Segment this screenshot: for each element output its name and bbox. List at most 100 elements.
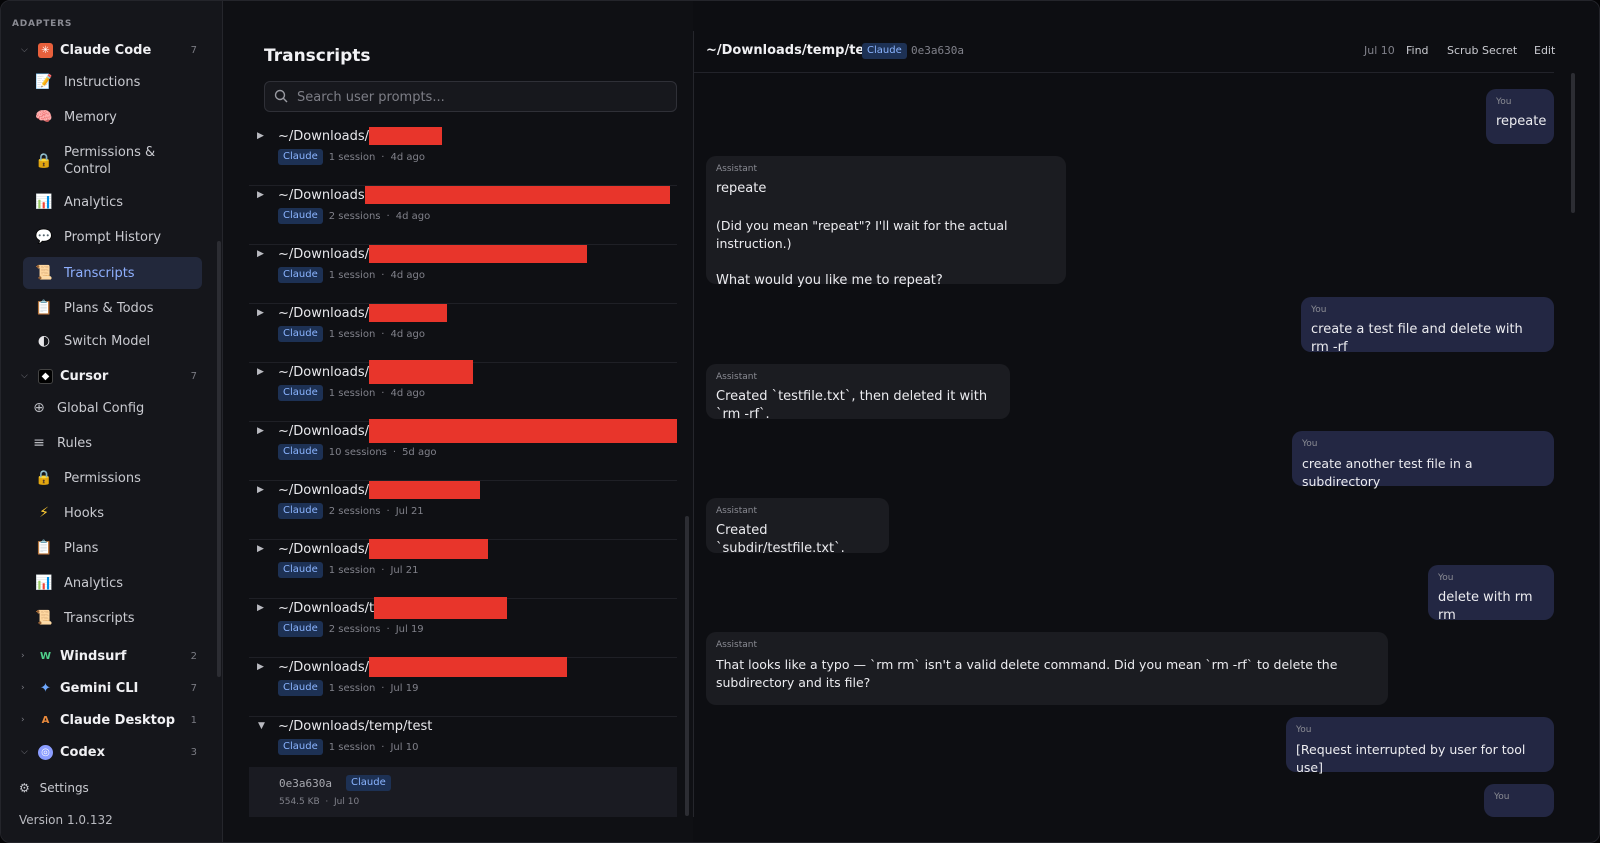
group-count: 7	[190, 370, 197, 382]
chevron-down-icon: ⌵	[21, 371, 28, 381]
user-message: You create another test file in a subdir…	[1292, 431, 1554, 489]
sidebar-item-switch-model[interactable]: ◐ Switch Model	[1, 325, 217, 357]
sidebar-item-hooks[interactable]: ⚡ Hooks	[1, 497, 217, 529]
session-size: 554.5 KB	[279, 797, 320, 807]
transcript-row[interactable]: ▶ ~/Downloads/ Claude 1 session · Jul 19	[249, 657, 677, 717]
last-updated: Jul 21	[395, 505, 424, 517]
version-label: Version 1.0.132	[19, 813, 113, 827]
session-date: Jul 10	[334, 797, 360, 807]
group-codex[interactable]: ⌵ ◎ Codex 3	[1, 737, 217, 767]
app-window: ADAPTERS ⌵ ✳ Claude Code 7 📝 Instruction…	[0, 0, 1600, 843]
search-input[interactable]: Search user prompts...	[264, 81, 677, 112]
sidebar-item-label: Global Config	[57, 400, 145, 416]
transcript-row[interactable]: ▶ ~/Downloads/ Claude 1 session · 4d ago	[249, 304, 677, 363]
sidebar-item-label: Analytics	[64, 575, 124, 591]
session-count: 10 sessions	[328, 446, 387, 458]
sidebar-item-permissions[interactable]: 🔒 Permissions	[1, 462, 217, 494]
sidebar-item-memory[interactable]: 🧠 Memory	[1, 101, 217, 133]
claude-badge: Claude	[862, 43, 907, 59]
transcript-row[interactable]: ▶ ~/Downloads/t Claude 2 sessions · Jul 19	[249, 597, 677, 658]
chevron-down-icon: ⌵	[21, 747, 28, 757]
edit-button[interactable]: Edit	[1534, 44, 1555, 57]
transcript-path: ~/Downloads/	[278, 423, 370, 439]
sidebar-item-label: Instructions	[64, 74, 141, 90]
message-text: delete with rm rm	[1438, 590, 1533, 623]
group-count: 2	[190, 650, 197, 662]
sidebar: ADAPTERS ⌵ ✳ Claude Code 7 📝 Instruction…	[1, 1, 223, 842]
redaction-box	[369, 539, 489, 559]
sidebar-item-permissions-control[interactable]: 🔒 Permissions & Control	[1, 141, 217, 181]
transcript-path: ~/Downloads/	[278, 482, 370, 498]
sidebar-item-instructions[interactable]: 📝 Instructions	[1, 66, 217, 98]
sidebar-item-rules[interactable]: ≡ Rules	[1, 427, 217, 459]
group-windsurf[interactable]: › W Windsurf 2	[1, 641, 217, 671]
user-message: You delete with rm rm	[1428, 565, 1554, 623]
transcript-list-scrollbar[interactable]	[685, 516, 689, 816]
transcript-row[interactable]: ▶ ~/Downloads/ Claude 2 sessions · Jul 21	[249, 481, 677, 540]
conversation-scrollbar[interactable]	[1571, 73, 1575, 213]
transcript-row[interactable]: ▶ ~/Downloads/ Claude 1 session · 4d ago	[249, 245, 677, 304]
sidebar-item-transcripts[interactable]: 📜 Transcripts	[1, 257, 217, 289]
dot-separator: ·	[381, 387, 385, 399]
user-message: You	[1484, 784, 1554, 817]
message-text: create another test file in a subdirecto…	[1302, 456, 1473, 489]
sidebar-item-analytics-cursor[interactable]: 📊 Analytics	[1, 567, 217, 599]
sidebar-item-prompt-history[interactable]: 💬 Prompt History	[1, 221, 217, 253]
session-row[interactable]: 0e3a630a Claude 554.5 KB · Jul 10	[249, 767, 677, 817]
message-role: Assistant	[716, 372, 758, 382]
message-role: Assistant	[716, 164, 758, 174]
sidebar-item-transcripts-cursor[interactable]: 📜 Transcripts	[1, 602, 217, 634]
triangle-right-icon: ▶	[257, 190, 264, 200]
last-updated: 5d ago	[402, 446, 437, 458]
session-count: 1 session	[328, 741, 376, 753]
triangle-down-icon: ▼	[258, 721, 265, 731]
dot-separator: ·	[381, 741, 385, 753]
transcript-row[interactable]: ▶ ~/Downloads/ Claude 10 sessions · 5d ago	[249, 419, 677, 481]
last-updated: 4d ago	[395, 210, 431, 222]
group-claude-desktop[interactable]: › A Claude Desktop 1	[1, 705, 217, 735]
sidebar-scrollbar[interactable]	[217, 241, 221, 677]
dot-separator: ·	[386, 505, 390, 517]
dot-separator: ·	[386, 623, 390, 635]
group-gemini-cli[interactable]: › ✦ Gemini CLI 7	[1, 673, 217, 703]
triangle-right-icon: ▶	[257, 367, 264, 377]
group-claude-code[interactable]: ⌵ ✳ Claude Code 7	[1, 35, 217, 65]
claude-badge: Claude	[278, 149, 323, 165]
settings-label: Settings	[39, 781, 89, 795]
transcript-path: ~/Downloads/temp/test	[278, 718, 433, 734]
cursor-icon: ◆	[38, 368, 53, 384]
last-updated: Jul 10	[390, 741, 419, 753]
sidebar-item-label: Rules	[57, 435, 93, 451]
transcript-row[interactable]: ▶ ~/Downloads/ Claude 1 session · 4d ago	[249, 127, 677, 186]
transcript-row[interactable]: ▶ ~/Downloads Claude 2 sessions · 4d ago	[249, 186, 677, 245]
settings-button[interactable]: ⚙ Settings	[19, 781, 89, 795]
group-count: 1	[190, 714, 197, 726]
assistant-message: Assistant That looks like a typo — `rm r…	[706, 632, 1388, 705]
triangle-right-icon: ▶	[257, 249, 264, 259]
find-button[interactable]: Find	[1406, 44, 1429, 57]
message-text: What would you like me to repeat?	[716, 273, 943, 288]
sidebar-item-plans-todos[interactable]: 📋 Plans & Todos	[1, 292, 217, 324]
claude-badge: Claude	[278, 385, 323, 401]
group-cursor[interactable]: ⌵ ◆ Cursor 7	[1, 361, 217, 391]
memo-icon: 📝	[35, 74, 53, 90]
assistant-message: Assistant repeate (Did you mean "repeat"…	[706, 156, 1066, 288]
scrub-secret-button[interactable]: Scrub Secret	[1447, 44, 1517, 57]
message-role: You	[1438, 573, 1454, 583]
sidebar-item-global-config[interactable]: ⊕ Global Config	[1, 392, 217, 424]
message-text: create a test file and delete with rm -r…	[1311, 322, 1523, 355]
session-count: 2 sessions	[328, 505, 381, 517]
group-count: 3	[190, 746, 197, 758]
speech-bubble-icon: 💬	[35, 229, 53, 245]
sidebar-item-label: Prompt History	[64, 229, 162, 245]
transcript-row[interactable]: ▶ ~/Downloads/ Claude 1 session · 4d ago	[249, 360, 677, 422]
assistant-message: Assistant Created `subdir/testfile.txt`.	[706, 498, 889, 556]
sidebar-item-analytics[interactable]: 📊 Analytics	[1, 186, 217, 218]
scroll-icon: 📜	[35, 265, 53, 281]
transcript-row[interactable]: ▶ ~/Downloads/ Claude 1 session · Jul 21	[249, 539, 677, 599]
claude-badge: Claude	[346, 775, 391, 791]
claude-code-icon: ✳	[38, 42, 53, 58]
redaction-box	[369, 419, 677, 443]
sidebar-item-plans[interactable]: 📋 Plans	[1, 532, 217, 564]
transcript-path: ~/Downloads/	[278, 541, 370, 557]
